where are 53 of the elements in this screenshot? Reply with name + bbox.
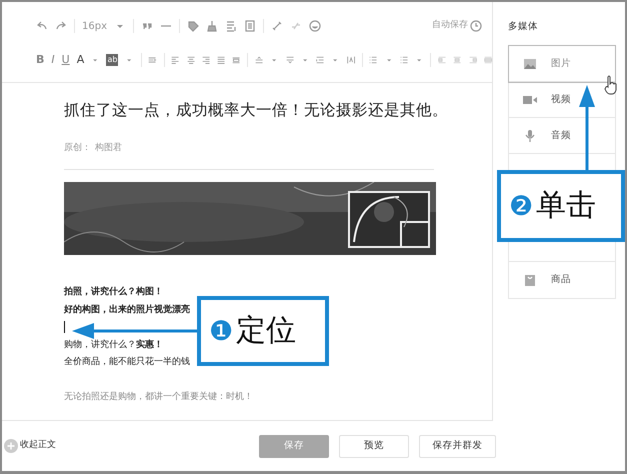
hand-pointer-icon (604, 75, 618, 95)
sidebar-item[interactable]: 音频 (509, 118, 615, 154)
format-highlight-button[interactable]: ab (106, 54, 118, 66)
float-center-icon[interactable] (453, 54, 462, 66)
clock-icon (470, 20, 482, 32)
document-icon[interactable] (244, 20, 256, 32)
bag-icon (523, 274, 537, 286)
video-camera-icon (523, 94, 537, 106)
float-right-icon[interactable] (468, 54, 477, 66)
paragraph-text: 购物，讲究什么？实惠！ (64, 340, 163, 350)
plus-circle-icon (4, 439, 18, 453)
sidebar-title: 多媒体 (508, 20, 539, 34)
auto-save-label: 自动保存 (432, 19, 468, 32)
text-cursor (64, 320, 65, 333)
microphone-icon (523, 130, 537, 142)
sidebar-item[interactable]: 图片 (509, 46, 615, 82)
footer-button[interactable]: 保存并群发 (419, 434, 496, 458)
paragraph-text: 好的构图，出来的照片视觉漂亮 (64, 304, 190, 315)
undo-icon[interactable] (36, 20, 48, 32)
emoji-icon[interactable] (309, 20, 321, 32)
step-number: ❶ (209, 318, 234, 344)
list-icon[interactable] (225, 20, 237, 32)
line-height-icon[interactable] (316, 54, 324, 66)
paragraph-text: 拍照，讲究什么？构图！ (64, 287, 163, 298)
format-font-color-button[interactable]: A (76, 52, 84, 68)
justify-icon[interactable] (217, 54, 226, 66)
tag-icon[interactable] (187, 20, 199, 32)
brush-icon[interactable] (206, 20, 218, 32)
spacing-above-icon[interactable] (255, 54, 264, 66)
ordered-list-icon[interactable] (369, 54, 378, 66)
format-underline-button[interactable]: U (62, 52, 70, 68)
letter-spacing-icon[interactable] (346, 54, 355, 66)
image-icon (523, 58, 537, 70)
callout-label: 单击 (536, 191, 596, 221)
float-left-icon[interactable] (438, 54, 446, 66)
collapse-link[interactable]: 收起正文 (20, 439, 56, 453)
format-italic-button[interactable]: I (51, 52, 55, 68)
paragraph-text: 无论拍照还是购物，都讲一个重要关键：时机！ (64, 392, 253, 402)
float-full-icon[interactable] (484, 54, 492, 66)
spacing-below-icon[interactable] (286, 54, 294, 66)
align-left-icon[interactable] (171, 54, 180, 66)
align-center-icon[interactable] (186, 54, 195, 66)
paragraph-text: 全价商品，能不能只花一半的钱 (64, 357, 190, 368)
step-number: ❷ (509, 192, 534, 220)
callout-label: 定位 (236, 316, 296, 346)
redo-icon[interactable] (55, 20, 67, 32)
author-name: 构图君 (95, 142, 122, 153)
footer-button[interactable]: 预览 (339, 434, 409, 458)
bullet-list-icon[interactable] (400, 54, 408, 66)
format-bold-button[interactable]: B (36, 52, 44, 68)
sidebar-item[interactable]: 商品 (509, 262, 615, 298)
author-label: 原创： (64, 142, 91, 153)
align-right-icon[interactable] (202, 54, 210, 66)
